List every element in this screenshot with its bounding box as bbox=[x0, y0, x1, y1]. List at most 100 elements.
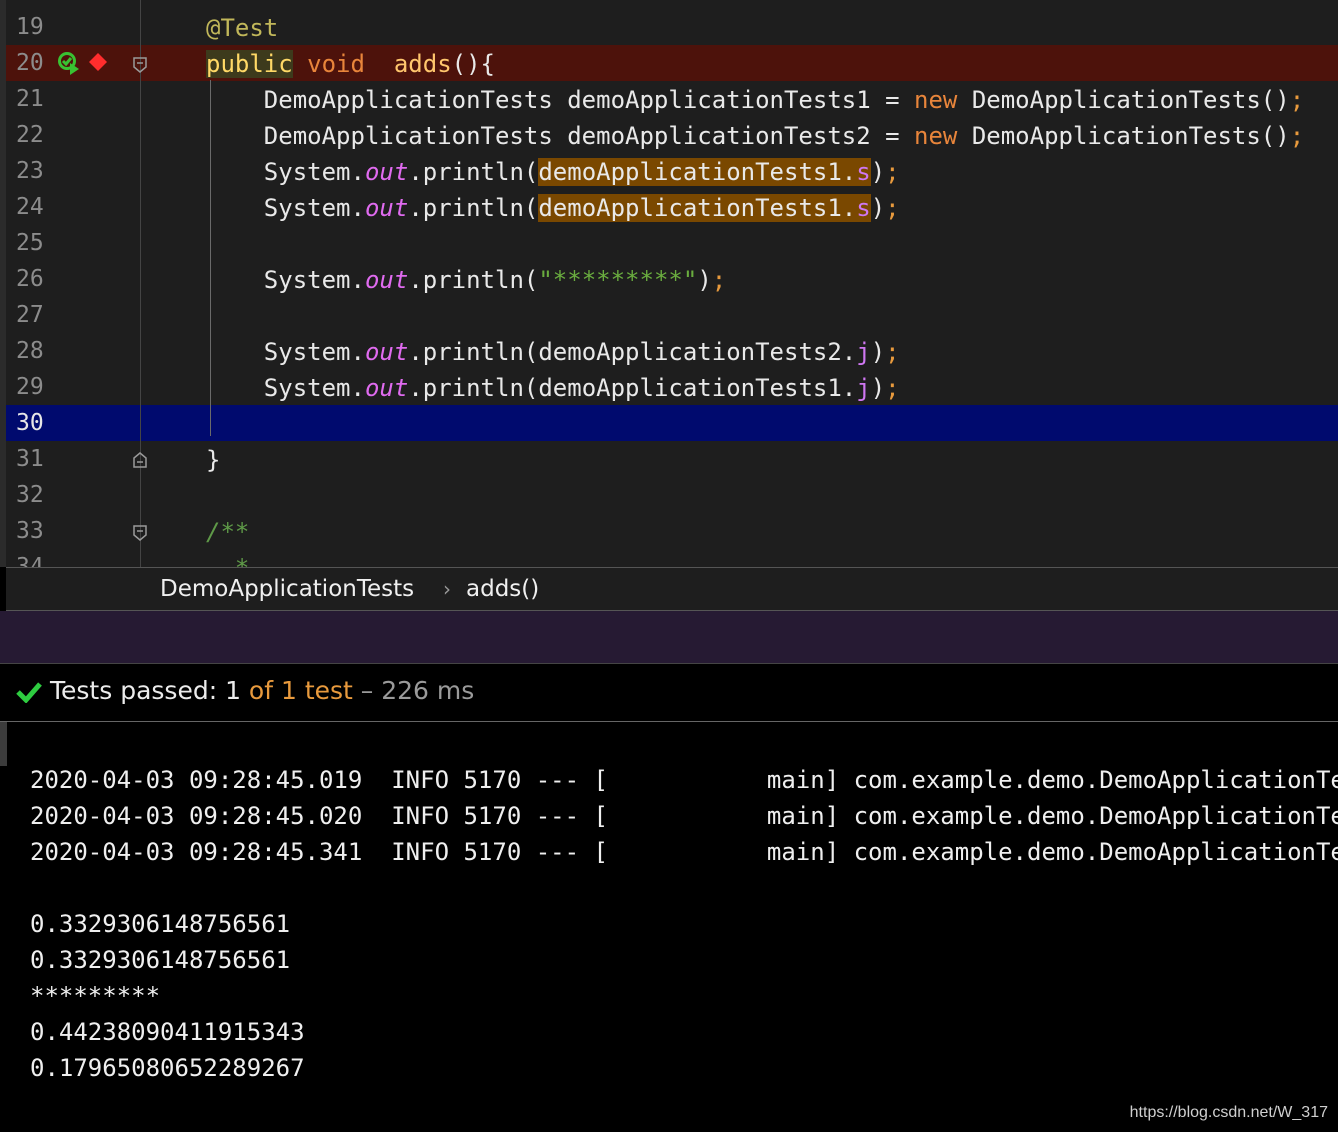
code-text[interactable]: System.out.println("*********"); bbox=[206, 266, 726, 294]
code-token: /** bbox=[206, 518, 250, 546]
fold-comment-icon[interactable] bbox=[133, 525, 147, 541]
code-line[interactable]: 22 DemoApplicationTests demoApplicationT… bbox=[6, 117, 1338, 153]
code-token: DemoApplicationTests() bbox=[957, 122, 1290, 150]
code-text[interactable]: * bbox=[206, 554, 249, 567]
code-text[interactable]: } bbox=[206, 446, 220, 474]
code-token: .println(demoApplicationTests2. bbox=[408, 338, 857, 366]
console-line: 2020-04-03 09:28:45.020 INFO 5170 --- [ … bbox=[30, 802, 1338, 830]
code-line[interactable]: 34 * bbox=[6, 549, 1338, 567]
code-token: out bbox=[364, 266, 409, 294]
line-number[interactable]: 31 bbox=[16, 446, 44, 472]
panel-divider[interactable] bbox=[0, 611, 1338, 664]
line-number[interactable]: 27 bbox=[16, 302, 44, 328]
console-line: 0.17965080652289267 bbox=[30, 1054, 305, 1082]
code-text[interactable]: System.out.println(demoApplicationTests2… bbox=[206, 338, 900, 366]
fold-method-icon[interactable] bbox=[133, 57, 147, 73]
line-number[interactable]: 33 bbox=[16, 518, 44, 544]
code-text[interactable]: public void adds(){ bbox=[206, 50, 495, 78]
breadcrumb-class[interactable]: DemoApplicationTests bbox=[160, 576, 414, 602]
line-number[interactable]: 28 bbox=[16, 338, 44, 364]
breakpoint-icon[interactable] bbox=[89, 53, 107, 71]
line-number[interactable]: 22 bbox=[16, 122, 44, 148]
code-token: System. bbox=[206, 194, 365, 222]
line-number[interactable]: 20 bbox=[16, 50, 44, 76]
code-line[interactable]: 23 System.out.println(demoApplicationTes… bbox=[6, 153, 1338, 189]
code-token: out bbox=[364, 374, 409, 402]
code-text[interactable]: /** bbox=[206, 518, 249, 546]
code-token: "*********" bbox=[538, 266, 698, 294]
code-text[interactable]: System.out.println(demoApplicationTests1… bbox=[206, 194, 900, 222]
code-line[interactable]: 29 System.out.println(demoApplicationTes… bbox=[6, 369, 1338, 405]
line-number[interactable]: 25 bbox=[16, 230, 44, 256]
code-token: (){ bbox=[451, 50, 496, 78]
code-token: ) bbox=[870, 374, 886, 402]
code-token: void bbox=[307, 50, 365, 78]
code-token: out bbox=[364, 158, 409, 186]
code-token: ; bbox=[885, 338, 900, 366]
code-token: DemoApplicationTests() bbox=[957, 86, 1290, 114]
code-line[interactable]: 28 System.out.println(demoApplicationTes… bbox=[6, 333, 1338, 369]
line-number[interactable]: 21 bbox=[16, 86, 44, 112]
console-line: ********* bbox=[30, 982, 161, 1010]
code-token: demoApplicationTests1. bbox=[538, 194, 857, 222]
code-token: j bbox=[856, 338, 871, 366]
code-token: ) bbox=[870, 338, 886, 366]
breadcrumb-separator: › bbox=[443, 577, 451, 601]
code-text[interactable]: System.out.println(demoApplicationTests1… bbox=[206, 158, 900, 186]
code-token: ) bbox=[697, 266, 712, 294]
code-token: out bbox=[364, 338, 409, 366]
code-text[interactable]: @Test bbox=[206, 14, 278, 42]
line-number[interactable]: 34 bbox=[16, 554, 44, 567]
fold-end-icon[interactable] bbox=[133, 452, 147, 468]
code-editor[interactable]: 19 @Test 20 public void adds(){ 21 DemoAppli… bbox=[0, 0, 1338, 567]
gutter-divider bbox=[140, 0, 141, 567]
code-text[interactable]: System.out.println(demoApplicationTests1… bbox=[206, 374, 900, 402]
line-number[interactable]: 26 bbox=[16, 266, 44, 292]
run-test-icon[interactable] bbox=[57, 51, 83, 77]
code-line[interactable]: 21 DemoApplicationTests demoApplicationT… bbox=[6, 81, 1338, 117]
line-number[interactable]: 29 bbox=[16, 374, 44, 400]
code-token: adds bbox=[393, 50, 452, 78]
code-text[interactable]: DemoApplicationTests demoApplicationTest… bbox=[206, 122, 1304, 150]
line-number[interactable]: 24 bbox=[16, 194, 44, 220]
status-of: of bbox=[240, 676, 281, 705]
code-line[interactable]: 24 System.out.println(demoApplicationTes… bbox=[6, 189, 1338, 225]
test-status-bar: Tests passed: 1 of 1 test – 226 ms bbox=[0, 664, 1338, 722]
code-token: System. bbox=[206, 338, 365, 366]
code-token: s bbox=[856, 158, 871, 186]
code-line[interactable]: 25 bbox=[6, 225, 1338, 261]
indent-guide bbox=[210, 80, 211, 436]
code-line[interactable]: 19 @Test bbox=[6, 9, 1338, 45]
code-text[interactable]: DemoApplicationTests demoApplicationTest… bbox=[206, 86, 1304, 114]
code-token: System. bbox=[206, 266, 365, 294]
code-line[interactable]: 30 bbox=[6, 405, 1338, 441]
watermark: https://blog.csdn.net/W_317 bbox=[1129, 1104, 1328, 1121]
line-number[interactable]: 32 bbox=[16, 482, 44, 508]
code-token: } bbox=[206, 446, 221, 474]
code-line[interactable]: 31} bbox=[6, 441, 1338, 477]
line-number[interactable]: 30 bbox=[16, 410, 44, 436]
code-token: @Test bbox=[206, 14, 279, 42]
code-token: ; bbox=[1289, 86, 1305, 114]
code-token: .println( bbox=[408, 266, 539, 294]
code-line[interactable]: 32 bbox=[6, 477, 1338, 513]
code-line[interactable]: 26 System.out.println("*********"); bbox=[6, 261, 1338, 297]
code-token: new bbox=[914, 86, 958, 114]
console-output[interactable]: 2020-04-03 09:28:45.019 INFO 5170 --- [ … bbox=[0, 722, 1338, 1132]
code-token: DemoApplicationTests demoApplicationTest… bbox=[206, 122, 915, 150]
test-status-text: Tests passed: 1 of 1 test – 226 ms bbox=[50, 676, 474, 705]
line-number[interactable]: 23 bbox=[16, 158, 44, 184]
code-token: * bbox=[206, 554, 249, 567]
breadcrumb-method[interactable]: adds() bbox=[466, 576, 539, 602]
test-duration: 226 ms bbox=[381, 676, 475, 705]
code-token: ) bbox=[870, 158, 886, 186]
line-number[interactable]: 19 bbox=[16, 14, 44, 40]
code-token: ; bbox=[711, 266, 727, 294]
console-line: 0.3329306148756561 bbox=[30, 910, 291, 938]
code-line[interactable]: 33 /** bbox=[6, 513, 1338, 549]
code-line[interactable]: 27 bbox=[6, 297, 1338, 333]
status-prefix: Tests passed: bbox=[50, 676, 226, 705]
code-token: DemoApplicationTests demoApplicationTest… bbox=[206, 86, 915, 114]
code-line[interactable]: 20 public void adds(){ bbox=[6, 45, 1338, 81]
